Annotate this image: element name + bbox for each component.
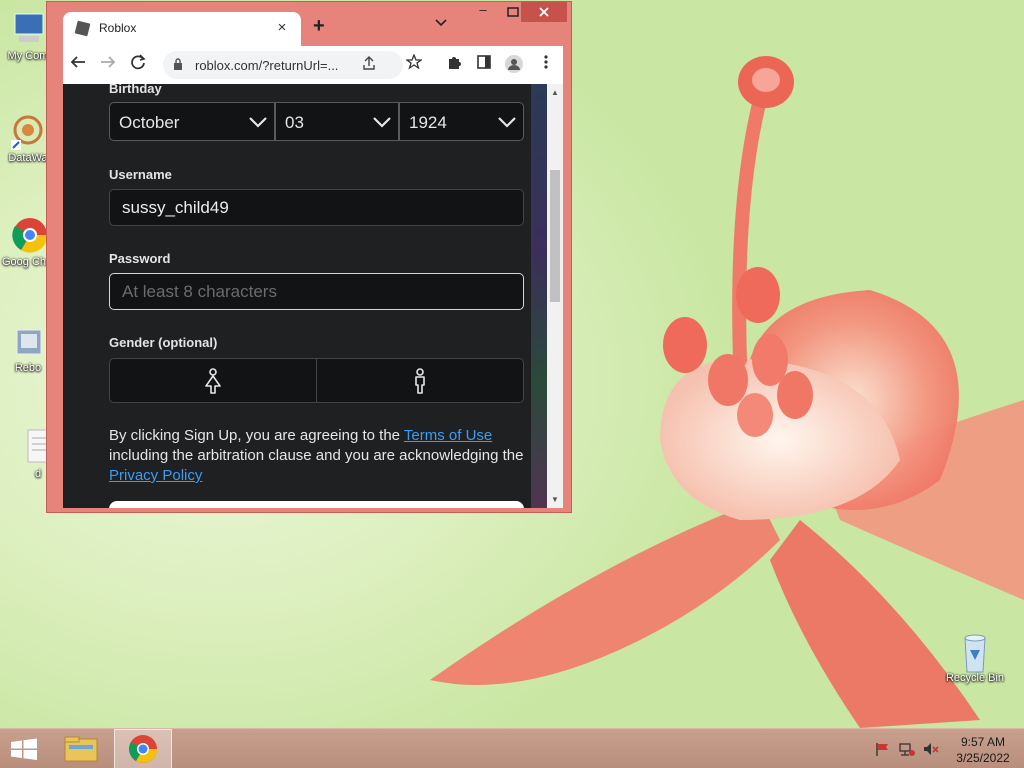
gender-male-button[interactable] <box>317 359 524 402</box>
chrome-icon <box>11 216 49 254</box>
system-clock[interactable]: 9:57 AM 3/25/2022 <box>948 734 1018 766</box>
month-value: October <box>119 113 180 132</box>
password-input[interactable]: At least 8 characters <box>109 273 524 310</box>
tab-search-chevron-icon[interactable] <box>435 18 447 30</box>
female-icon <box>205 368 221 394</box>
network-icon[interactable] <box>898 741 916 757</box>
scroll-up-arrow-icon[interactable]: ▲ <box>551 88 559 97</box>
taskbar: 9:57 AM 3/25/2022 <box>0 728 1024 768</box>
privacy-policy-link[interactable]: Privacy Policy <box>109 467 202 484</box>
chevron-down-icon <box>498 117 516 128</box>
share-icon[interactable] <box>361 55 377 75</box>
tab-title: Roblox <box>99 21 137 35</box>
roblox-favicon-icon <box>74 20 91 37</box>
browser-window: Roblox × + – roblox.com/?returnUrl=... B… <box>46 1 572 513</box>
recycle-bin-icon <box>956 632 994 673</box>
chrome-icon <box>129 735 157 763</box>
side-panel-icon[interactable] <box>473 54 495 76</box>
password-label: Password <box>109 251 171 266</box>
close-tab-button[interactable]: × <box>273 19 291 36</box>
terms-notice: By clicking Sign Up, you are agreeing to… <box>109 426 525 486</box>
username-value: sussy_child49 <box>122 198 229 217</box>
username-input[interactable]: sussy_child49 <box>109 189 524 226</box>
reload-icon[interactable] <box>127 54 149 76</box>
taskbar-file-explorer[interactable] <box>56 729 106 768</box>
browser-toolbar: roblox.com/?returnUrl=... <box>63 46 563 84</box>
clock-time: 9:57 AM <box>960 735 1006 749</box>
chevron-down-icon <box>249 117 267 128</box>
birthday-label: Birthday <box>109 84 162 96</box>
profile-avatar-icon[interactable] <box>503 54 525 76</box>
window-close-button[interactable] <box>521 2 567 22</box>
clock-date: 3/25/2022 <box>956 751 1010 765</box>
forward-arrow-icon[interactable] <box>97 54 119 76</box>
scroll-down-arrow-icon[interactable]: ▼ <box>551 495 559 504</box>
terms-prefix: By clicking Sign Up, you are agreeing to… <box>109 427 404 444</box>
page-scrollbar[interactable]: ▲ ▼ <box>547 84 563 508</box>
back-arrow-icon[interactable] <box>67 54 89 76</box>
taskbar-chrome[interactable] <box>114 729 172 768</box>
lock-icon <box>174 58 182 70</box>
tab-strip: Roblox × + – <box>47 2 571 46</box>
sign-up-button[interactable] <box>109 501 524 508</box>
action-center-flag-icon[interactable] <box>874 741 892 757</box>
tab-roblox[interactable]: Roblox × <box>63 12 301 46</box>
terms-of-use-link[interactable]: Terms of Use <box>404 427 492 444</box>
birthday-month-select[interactable]: October <box>109 102 275 141</box>
birthday-day-select[interactable]: 03 <box>275 102 399 141</box>
desktop-icon-recycle-bin[interactable]: Recycle Bin <box>942 632 1008 684</box>
gender-label: Gender (optional) <box>109 335 218 350</box>
folder-icon <box>64 736 98 762</box>
volume-muted-icon[interactable] <box>922 741 940 757</box>
bookmark-star-icon[interactable] <box>403 53 425 76</box>
url-text: roblox.com/?returnUrl=... <box>195 58 339 73</box>
male-icon <box>415 368 425 394</box>
birthday-year-select[interactable]: 1924 <box>399 102 524 141</box>
reboot-icon <box>9 322 47 360</box>
terms-middle: including the arbitration clause and you… <box>109 447 524 464</box>
computer-icon <box>9 10 47 48</box>
minimize-button[interactable]: – <box>469 2 497 22</box>
datawa-icon <box>9 112 47 150</box>
menu-kebab-icon[interactable] <box>535 54 557 76</box>
chevron-down-icon <box>373 117 391 128</box>
extensions-puzzle-icon[interactable] <box>443 54 465 76</box>
year-value: 1924 <box>409 113 447 132</box>
roblox-signup-page: Birthday October 03 1924 Username sussy_… <box>63 84 547 508</box>
start-button[interactable] <box>0 729 48 768</box>
gender-female-button[interactable] <box>110 359 317 402</box>
username-label: Username <box>109 167 172 182</box>
password-placeholder: At least 8 characters <box>122 282 277 301</box>
scrollbar-thumb[interactable] <box>550 170 560 302</box>
day-value: 03 <box>285 113 304 132</box>
address-bar[interactable]: roblox.com/?returnUrl=... <box>163 51 403 79</box>
new-tab-button[interactable]: + <box>313 15 325 38</box>
background-art-strip <box>531 84 547 508</box>
gender-selector <box>109 358 524 403</box>
windows-logo-icon <box>11 738 37 760</box>
